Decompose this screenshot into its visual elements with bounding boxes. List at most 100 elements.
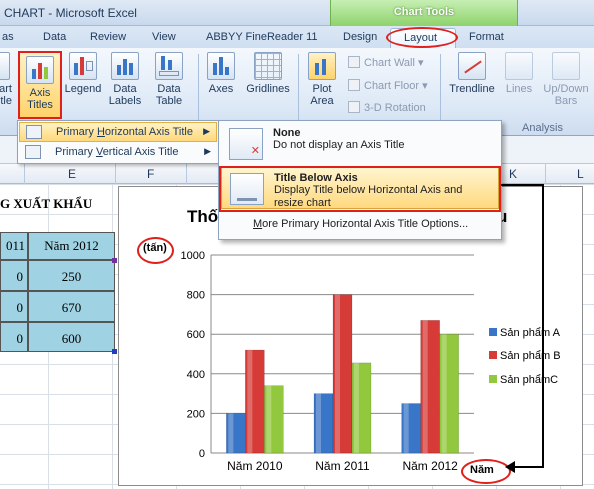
tab-data[interactable]: Data [43, 31, 66, 43]
column-header-k[interactable]: K [509, 167, 517, 181]
legend-button[interactable]: Legend [64, 52, 102, 95]
menu-item-primary-horizontal-axis-title[interactable]: Primary Horizontal Axis Title ▶ [19, 122, 217, 142]
x-axis-title[interactable]: Năm [470, 464, 494, 476]
tab-design[interactable]: Design [343, 31, 377, 43]
y-tick-label: 400 [187, 369, 205, 381]
column-header-f[interactable]: F [147, 167, 154, 181]
chart-floor-label: Chart Floor [364, 80, 420, 92]
menu-item2-pre: Primary [55, 146, 96, 158]
bar-highlight [228, 413, 234, 453]
range-handle[interactable] [112, 258, 117, 263]
cell-prev-1[interactable]: 0 [0, 260, 28, 291]
option-below-description-1: Display Title below Horizontal Axis and [274, 184, 463, 196]
menu-divider [249, 211, 495, 212]
more-options-label: ore Primary Horizontal Axis Title Option… [262, 218, 469, 230]
option-below-description-2: resize chart [274, 197, 331, 209]
axis-titles-label-1: Axis [29, 87, 51, 99]
sheet-title-cell[interactable]: G XUẤT KHẨU [0, 196, 92, 212]
bar-highlight [441, 334, 447, 453]
callout-arrow [501, 184, 544, 473]
bar-highlight [422, 320, 428, 453]
ribbon-tab-bar: as Data Review View ABBYY FineReader 11 … [0, 26, 594, 48]
cell-header-2011[interactable]: 011 [0, 232, 28, 260]
chart-floor-icon [348, 79, 360, 91]
data-labels-label-1: Data [113, 83, 137, 95]
option-none[interactable]: ✕ None Do not display an Axis Title [221, 123, 499, 165]
legend-icon [69, 52, 97, 80]
y-tick-label: 0 [199, 448, 205, 460]
axes-label: Axes [208, 83, 234, 95]
tab-layout[interactable]: Layout [390, 28, 456, 48]
axis-titles-icon [26, 56, 54, 84]
bar-highlight [266, 385, 272, 453]
data-labels-button[interactable]: Data Labels [104, 52, 146, 107]
menu-item1-key: H [96, 126, 105, 138]
window-title: CHART - Microsoft Excel [4, 6, 137, 20]
submenu-arrow-icon: ▶ [204, 146, 211, 156]
updown-bars-label-2: Bars [554, 95, 578, 107]
column-header-l[interactable]: L [577, 167, 584, 181]
cell-2012-1[interactable]: 250 [28, 260, 115, 291]
chart-title-button[interactable]: art tle [0, 52, 12, 107]
data-labels-label-2: Labels [108, 95, 142, 107]
y-axis-title[interactable]: (tấn) [143, 242, 167, 254]
chart-floor-button[interactable]: Chart Floor ▾ [348, 79, 428, 92]
horizontal-axis-icon [26, 125, 42, 139]
tab-abbyy[interactable]: ABBYY FineReader 11 [206, 31, 318, 43]
tab-view[interactable]: View [152, 31, 176, 43]
range-handle[interactable] [112, 349, 117, 354]
axis-titles-button[interactable]: Axis Titles [18, 51, 62, 119]
updown-bars-button[interactable]: Up/Down Bars [540, 52, 592, 107]
data-table-icon [155, 52, 183, 80]
cell-prev-2[interactable]: 0 [0, 291, 28, 322]
ribbon-separator [440, 54, 441, 128]
rotation-3d-button[interactable]: 3-D Rotation [348, 101, 426, 114]
cell-2012-3[interactable]: 600 [28, 322, 115, 352]
cell-2012-2[interactable]: 670 [28, 291, 115, 322]
menu-item2-post: ertical Axis Title [102, 146, 179, 158]
tab-layout-label: Layout [404, 32, 438, 44]
data-table-button[interactable]: Data Table [148, 52, 190, 107]
menu-item-primary-vertical-axis-title[interactable]: Primary Vertical Axis Title ▶ [19, 143, 217, 163]
tab-review[interactable]: Review [90, 31, 126, 43]
menu-item1-post: orizontal Axis Title [104, 126, 193, 138]
more-axis-title-options[interactable]: More Primary Horizontal Axis Title Optio… [253, 218, 468, 230]
rotation-3d-icon [348, 101, 360, 113]
horizontal-axis-title-flyout: ✕ None Do not display an Axis Title Titl… [218, 120, 502, 240]
y-tick-label: 600 [187, 329, 205, 341]
chart-wall-label: Chart Wall [364, 57, 415, 69]
tab-formulas[interactable]: as [2, 31, 14, 43]
y-tick-label: 800 [187, 290, 205, 302]
bar-highlight [247, 350, 253, 453]
cell-prev-3[interactable]: 0 [0, 322, 28, 352]
lines-button[interactable]: Lines [503, 52, 535, 95]
column-header-e[interactable]: E [68, 167, 76, 181]
bar-highlight [354, 362, 359, 453]
option-title-below-axis[interactable]: Title Below Axis Display Title below Hor… [221, 167, 499, 209]
lines-icon [505, 52, 533, 80]
gridlines-button[interactable]: Gridlines [243, 52, 293, 95]
plot-area-button[interactable]: Plot Area [304, 52, 340, 107]
plot-area-icon [308, 52, 336, 80]
cell-header-2012[interactable]: Năm 2012 [28, 232, 115, 260]
title-bar: CHART - Microsoft Excel Chart Tools [0, 0, 594, 26]
chart-tools-context-header: Chart Tools [330, 0, 518, 26]
x-tick-label: Năm 2010 [227, 459, 283, 473]
axes-button[interactable]: Axes [204, 52, 238, 95]
trendline-icon [458, 52, 486, 80]
axis-titles-menu: Primary Horizontal Axis Title ▶ Primary … [17, 120, 219, 164]
vertical-axis-icon [25, 145, 41, 159]
ribbon-separator [298, 54, 299, 128]
trendline-button[interactable]: Trendline [446, 52, 498, 95]
chart-title[interactable]: Thố [187, 207, 218, 227]
option-none-heading: None [273, 127, 301, 139]
option-none-description: Do not display an Axis Title [273, 139, 405, 151]
bar-highlight [403, 403, 409, 453]
updown-bars-icon [552, 52, 580, 80]
bar-highlight [316, 393, 321, 453]
plot-area-label-2: Area [310, 95, 334, 107]
tab-format[interactable]: Format [469, 31, 504, 43]
y-tick-label: 200 [187, 408, 205, 420]
trendline-label: Trendline [449, 83, 495, 95]
chart-wall-button[interactable]: Chart Wall ▾ [348, 56, 424, 69]
